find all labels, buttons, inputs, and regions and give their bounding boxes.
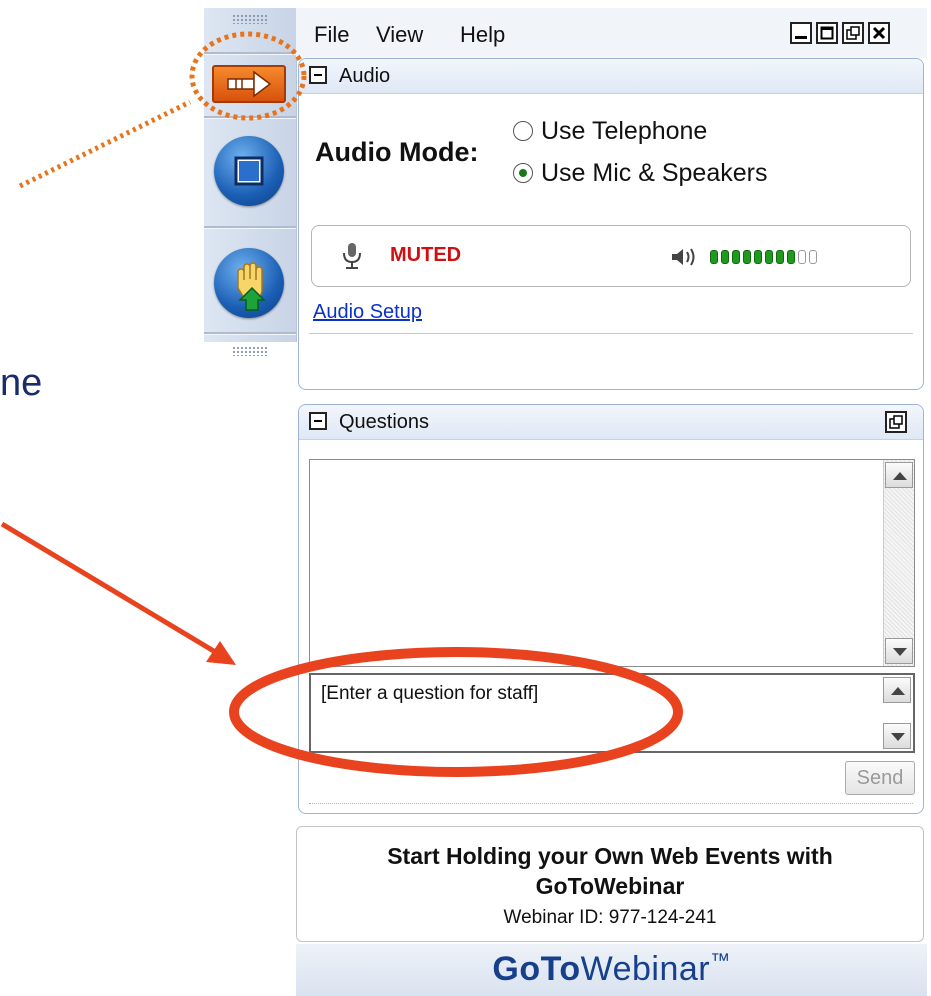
menu-bar: File View Help	[296, 8, 927, 58]
questions-bottom-divider	[309, 803, 913, 805]
raise-hand-icon	[237, 262, 266, 311]
logo-part-goto: GoTo	[492, 950, 581, 988]
promo-title-line1: Start Holding your Own Web Events with	[387, 843, 833, 869]
maximize-icon	[820, 26, 834, 40]
raise-hand-button[interactable]	[214, 248, 284, 318]
level-segment	[721, 250, 729, 264]
toolbar-grip-bottom[interactable]	[232, 346, 268, 356]
level-segment	[809, 250, 817, 264]
mic-muted-status: MUTED	[390, 244, 462, 266]
annotation-dotted-line	[18, 99, 192, 189]
popout-icon	[889, 415, 903, 429]
promo-title: Start Holding your Own Web Events with G…	[297, 841, 923, 901]
popout-button[interactable]	[842, 22, 864, 44]
gotowebinar-toolbar	[204, 8, 297, 342]
speaker-icon	[672, 248, 695, 266]
window-icon	[234, 156, 264, 186]
level-segment	[787, 250, 795, 264]
collapse-questions-button[interactable]	[309, 412, 327, 430]
menu-view[interactable]: View	[376, 22, 423, 48]
input-scroll-down-button[interactable]	[883, 723, 911, 749]
webinar-id: Webinar ID: 977-124-241	[503, 907, 717, 928]
minimize-button[interactable]	[790, 22, 812, 44]
audio-divider	[309, 333, 913, 334]
audio-setup-link[interactable]: Audio Setup	[313, 301, 422, 324]
audio-panel-header: Audio	[299, 59, 923, 94]
maximize-button[interactable]	[816, 22, 838, 44]
annotation-arrow-line	[0, 521, 224, 659]
toolbar-divider	[204, 226, 296, 229]
chevron-up-icon	[893, 472, 907, 480]
audio-panel: Audio Audio Mode: Use Telephone Use Mic …	[298, 58, 924, 390]
toolbar-divider	[204, 116, 296, 119]
level-segment	[798, 250, 806, 264]
use-mic-speakers-radio[interactable]	[513, 163, 533, 183]
scroll-down-button[interactable]	[885, 638, 913, 664]
popout-questions-button[interactable]	[885, 411, 907, 433]
level-segment	[754, 250, 762, 264]
minimize-icon	[795, 36, 807, 39]
promo-box: Start Holding your Own Web Events with G…	[296, 826, 924, 942]
gotowebinar-logo: GoToWebinar™	[296, 950, 927, 989]
use-telephone-label[interactable]: Use Telephone	[541, 117, 707, 146]
chevron-down-icon	[891, 733, 905, 741]
microphone-icon[interactable]	[340, 240, 364, 272]
collapse-audio-button[interactable]	[309, 66, 327, 84]
brand-footer: GoToWebinar™	[296, 944, 927, 996]
level-segment	[776, 250, 784, 264]
collapse-panel-button[interactable]	[212, 65, 286, 103]
menu-file[interactable]: File	[314, 22, 349, 48]
question-input[interactable]: [Enter a question for staff]	[309, 673, 915, 753]
screen-view-button[interactable]	[214, 136, 284, 206]
logo-trademark: ™	[710, 950, 731, 972]
input-scroll-up-button[interactable]	[883, 677, 911, 703]
questions-log[interactable]	[309, 459, 915, 667]
scroll-up-button[interactable]	[885, 462, 913, 488]
use-mic-speakers-label[interactable]: Use Mic & Speakers	[541, 159, 767, 188]
questions-panel-header: Questions	[299, 405, 923, 440]
logo-part-webinar: Webinar	[580, 950, 711, 988]
audio-mode-label: Audio Mode:	[315, 137, 479, 167]
questions-panel-title: Questions	[339, 411, 430, 433]
toolbar-divider	[204, 332, 296, 335]
questions-log-scrollbar[interactable]	[883, 460, 914, 666]
toolbar-divider	[204, 52, 296, 55]
promo-title-line2[interactable]: GoToWebinar	[297, 871, 923, 901]
send-button[interactable]: Send	[845, 761, 915, 795]
chevron-up-icon	[891, 687, 905, 695]
questions-panel: Questions [Enter a question for staff] S…	[298, 404, 924, 814]
close-icon	[872, 26, 886, 40]
level-segment	[710, 250, 718, 264]
question-input-placeholder: [Enter a question for staff]	[321, 683, 539, 704]
level-segment	[732, 250, 740, 264]
arrow-right-icon	[227, 70, 272, 98]
audio-panel-title: Audio	[339, 65, 391, 87]
slide-text-fragment: ne	[0, 362, 43, 404]
speaker-level-meter	[710, 226, 890, 286]
menu-help[interactable]: Help	[460, 22, 505, 48]
toolbar-grip-top[interactable]	[232, 14, 268, 24]
popout-icon	[846, 26, 860, 40]
level-segment	[765, 250, 773, 264]
annotation-arrowhead	[206, 641, 236, 665]
close-button[interactable]	[868, 22, 890, 44]
chevron-down-icon	[893, 648, 907, 656]
level-segment	[743, 250, 751, 264]
audio-status-box: MUTED	[311, 225, 911, 287]
use-telephone-radio[interactable]	[513, 121, 533, 141]
